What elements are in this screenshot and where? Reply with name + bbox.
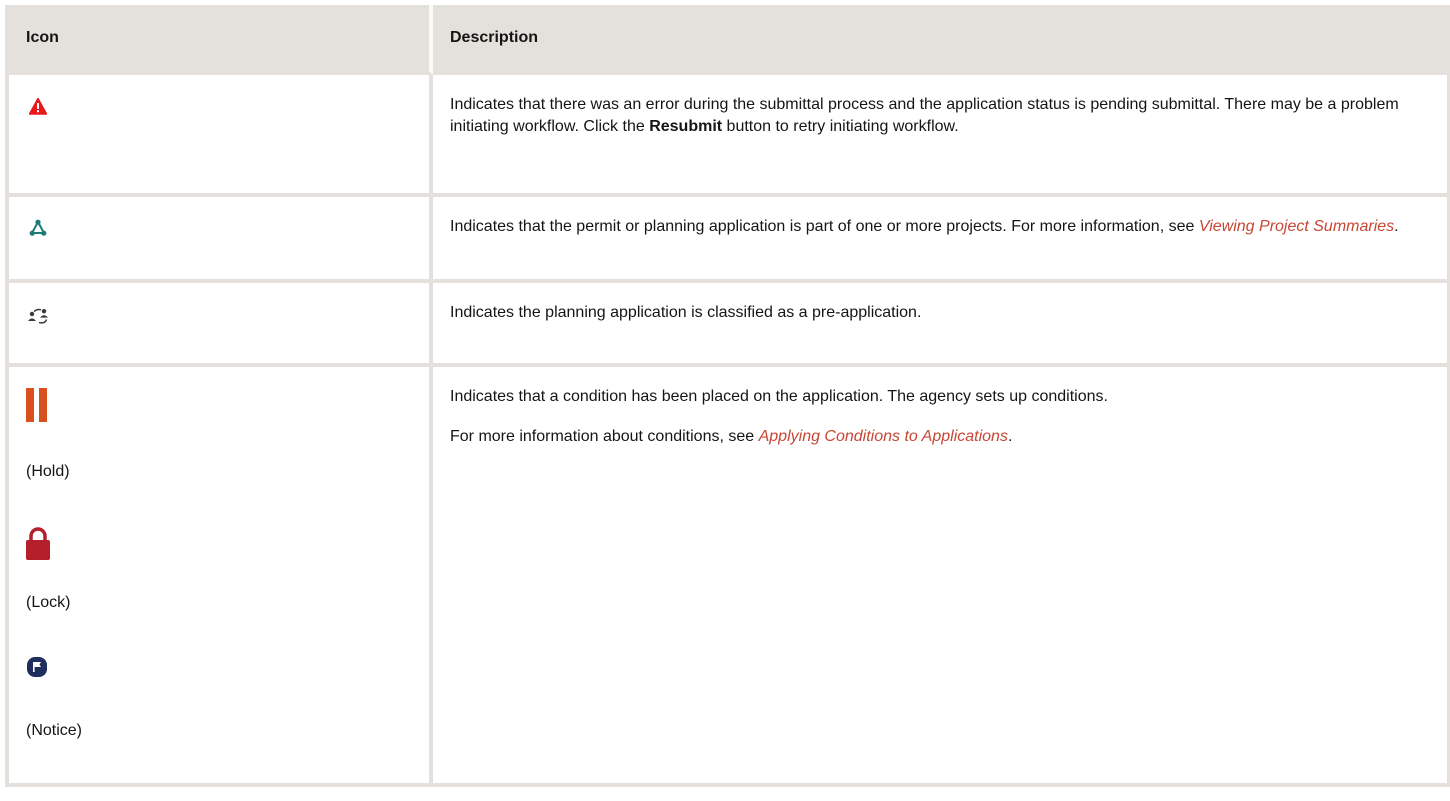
hold-icon — [26, 388, 47, 422]
hold-caption: (Hold) — [26, 463, 70, 480]
description-cell: Indicates that there was an error during… — [433, 75, 1450, 197]
description-text-end: . — [1007, 428, 1013, 445]
description-text-end: button to retry initiating workflow. — [722, 118, 959, 135]
icon-cell — [5, 197, 433, 283]
description-text: For more information about conditions, s… — [450, 428, 759, 445]
description-cell: Indicates that the permit or planning ap… — [433, 197, 1450, 283]
description-paragraph: Indicates that a condition has been plac… — [450, 388, 1108, 405]
description-text: Indicates that the permit or planning ap… — [450, 218, 1199, 235]
icon-description-table: Icon Description Indicates that there wa… — [5, 5, 1450, 787]
lock-caption: (Lock) — [26, 594, 71, 611]
description-cell: Indicates that a condition has been plac… — [433, 367, 1450, 787]
table-row: (Hold) (Lock) (Notice) Indicates that a … — [5, 367, 1450, 787]
table-header-row: Icon Description — [5, 5, 1450, 75]
description-cell: Indicates the planning application is cl… — [433, 283, 1450, 367]
table-row: Indicates the planning application is cl… — [5, 283, 1450, 367]
viewing-project-summaries-link[interactable]: Viewing Project Summaries — [1199, 218, 1394, 235]
description-column-header: Description — [433, 5, 1450, 75]
resubmit-term: Resubmit — [649, 118, 723, 135]
icon-cell — [5, 283, 433, 367]
warning-icon — [29, 98, 47, 115]
description-text-end: . — [1394, 218, 1399, 235]
table-row: Indicates that the permit or planning ap… — [5, 197, 1450, 283]
icon-cell: (Hold) (Lock) (Notice) — [5, 367, 433, 787]
notice-caption: (Notice) — [26, 722, 83, 739]
project-icon — [29, 219, 47, 236]
table-row: Indicates that there was an error during… — [5, 75, 1450, 197]
description-text: Indicates the planning application is cl… — [450, 304, 922, 321]
icon-column-header: Icon — [5, 5, 433, 75]
lock-icon — [26, 527, 50, 560]
notice-icon — [27, 657, 47, 677]
applying-conditions-link[interactable]: Applying Conditions to Applications — [759, 428, 1008, 445]
icon-cell — [5, 75, 433, 197]
pre-application-icon — [28, 308, 48, 324]
